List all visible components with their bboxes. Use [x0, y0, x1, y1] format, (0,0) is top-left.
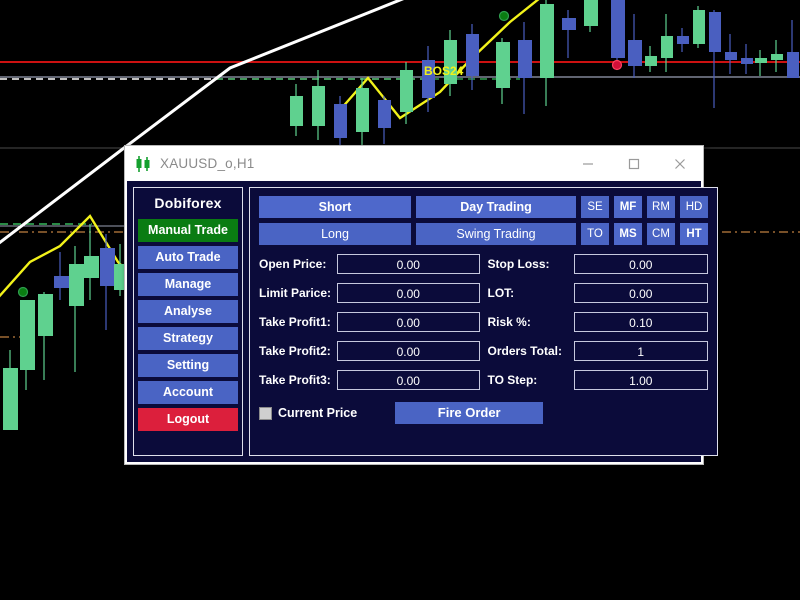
- orders-total-label: Orders Total:: [487, 344, 562, 358]
- sidebar-item-account[interactable]: Account: [138, 381, 238, 404]
- buy-signal-dot: [498, 10, 510, 22]
- form-column-left: Open Price: 0.00 Limit Parice: 0.00 Take…: [259, 254, 480, 390]
- brand-title: Dobiforex: [154, 195, 222, 211]
- field-limit-price: Limit Parice: 0.00: [259, 283, 480, 303]
- close-icon[interactable]: [657, 146, 703, 181]
- toolbar-row-1: Short Day Trading SE MF RM HD: [259, 196, 708, 218]
- short-button[interactable]: Short: [259, 196, 411, 218]
- toolbar: Short Day Trading SE MF RM HD Long Swing…: [259, 196, 708, 245]
- toggle-rm[interactable]: RM: [647, 196, 675, 218]
- toolbar-row-2: Long Swing Trading TO MS CM HT: [259, 223, 708, 245]
- swing-trading-button[interactable]: Swing Trading: [416, 223, 576, 245]
- toggle-to[interactable]: TO: [581, 223, 609, 245]
- sidebar-item-analyse[interactable]: Analyse: [138, 300, 238, 323]
- to-step-label: TO Step:: [487, 373, 538, 387]
- window-body: Dobiforex Manual Trade Auto Trade Manage…: [127, 181, 718, 462]
- long-button[interactable]: Long: [259, 223, 411, 245]
- fire-order-button[interactable]: Fire Order: [395, 402, 544, 424]
- sidebar: Dobiforex Manual Trade Auto Trade Manage…: [133, 187, 243, 456]
- toggle-ms[interactable]: MS: [614, 223, 642, 245]
- sell-signal-dot: [611, 59, 623, 71]
- risk-percent-label: Risk %:: [487, 315, 531, 329]
- toggle-mf[interactable]: MF: [614, 196, 642, 218]
- field-orders-total: Orders Total: 1: [487, 341, 708, 361]
- open-price-input[interactable]: 0.00: [337, 254, 480, 274]
- candlestick-icon: [133, 155, 153, 173]
- order-form: Open Price: 0.00 Limit Parice: 0.00 Take…: [259, 254, 708, 390]
- sidebar-item-strategy[interactable]: Strategy: [138, 327, 238, 350]
- current-price-checkbox[interactable]: [259, 406, 272, 420]
- field-take-profit-3: Take Profit3: 0.00: [259, 370, 480, 390]
- day-trading-button[interactable]: Day Trading: [416, 196, 576, 218]
- field-stop-loss: Stop Loss: 0.00: [487, 254, 708, 274]
- toggle-se[interactable]: SE: [581, 196, 609, 218]
- take-profit-1-label: Take Profit1:: [259, 315, 331, 329]
- limit-price-input[interactable]: 0.00: [337, 283, 480, 303]
- action-row: Current Price Fire Order: [259, 402, 708, 424]
- sidebar-item-logout[interactable]: Logout: [138, 408, 238, 431]
- take-profit-3-input[interactable]: 0.00: [337, 370, 480, 390]
- maximize-icon[interactable]: [611, 146, 657, 181]
- orders-total-input[interactable]: 1: [573, 341, 708, 361]
- toggle-ht[interactable]: HT: [680, 223, 708, 245]
- title-bar[interactable]: XAUUSD_o,H1: [125, 146, 703, 181]
- minimize-icon[interactable]: [565, 146, 611, 181]
- field-to-step: TO Step: 1.00: [487, 370, 708, 390]
- sidebar-item-manage[interactable]: Manage: [138, 273, 238, 296]
- toggle-cm[interactable]: CM: [647, 223, 675, 245]
- sidebar-item-setting[interactable]: Setting: [138, 354, 238, 377]
- stop-loss-input[interactable]: 0.00: [573, 254, 708, 274]
- take-profit-2-label: Take Profit2:: [259, 344, 331, 358]
- field-lot: LOT: 0.00: [487, 283, 708, 303]
- trade-panel-window: XAUUSD_o,H1 Dobiforex Manual Trade Auto …: [124, 145, 718, 465]
- open-price-label: Open Price:: [259, 257, 327, 271]
- stop-loss-label: Stop Loss:: [487, 257, 550, 271]
- limit-price-label: Limit Parice:: [259, 286, 332, 300]
- sidebar-item-auto-trade[interactable]: Auto Trade: [138, 246, 238, 269]
- lot-label: LOT:: [487, 286, 515, 300]
- take-profit-3-label: Take Profit3:: [259, 373, 331, 387]
- current-price-checkbox-group[interactable]: Current Price: [259, 406, 357, 420]
- form-column-right: Stop Loss: 0.00 LOT: 0.00 Risk %: 0.10 O…: [487, 254, 708, 390]
- to-step-input[interactable]: 1.00: [573, 370, 708, 390]
- toggle-hd[interactable]: HD: [680, 196, 708, 218]
- field-open-price: Open Price: 0.00: [259, 254, 480, 274]
- sidebar-item-manual-trade[interactable]: Manual Trade: [138, 219, 238, 242]
- buy-signal-dot-left: [17, 286, 29, 298]
- bos-label: BOS24: [424, 64, 464, 78]
- field-take-profit-1: Take Profit1: 0.00: [259, 312, 480, 332]
- lot-input[interactable]: 0.00: [573, 283, 708, 303]
- take-profit-1-input[interactable]: 0.00: [337, 312, 480, 332]
- field-risk-percent: Risk %: 0.10: [487, 312, 708, 332]
- main-panel: Short Day Trading SE MF RM HD Long Swing…: [249, 187, 718, 456]
- risk-percent-input[interactable]: 0.10: [573, 312, 708, 332]
- current-price-label: Current Price: [278, 406, 358, 420]
- window-controls: [565, 146, 703, 181]
- take-profit-2-input[interactable]: 0.00: [337, 341, 480, 361]
- window-title: XAUUSD_o,H1: [160, 156, 255, 171]
- field-take-profit-2: Take Profit2: 0.00: [259, 341, 480, 361]
